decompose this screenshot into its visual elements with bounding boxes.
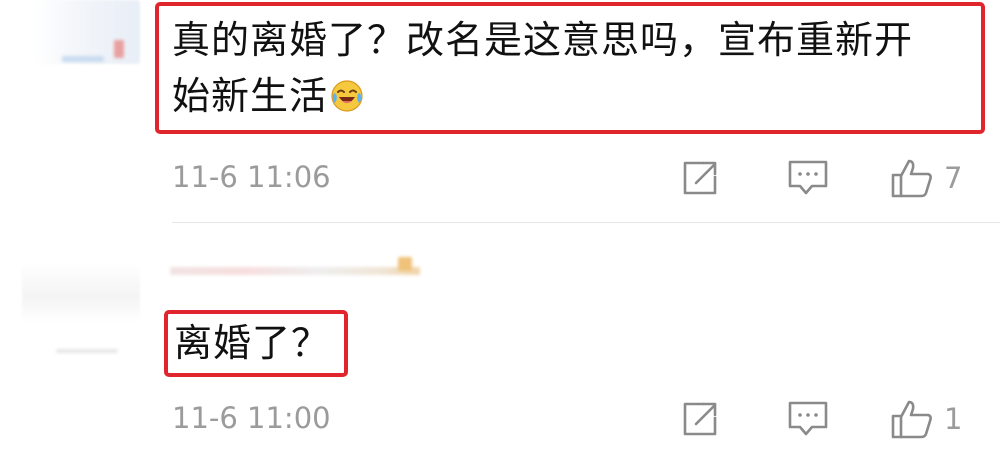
thumbs-up-icon [891,159,932,198]
comment-text-line: 离婚了？ [174,321,331,365]
avatar[interactable] [22,263,140,323]
timestamp: 11-6 11:06 [172,160,331,194]
username[interactable] [62,56,104,62]
timestamp: 11-6 11:00 [172,401,331,435]
comment-text-line: 始新生活 [172,68,972,124]
username[interactable] [170,267,420,275]
laugh-cry-emoji-icon [330,72,364,112]
share-button[interactable] [680,397,720,441]
avatar[interactable] [34,0,140,64]
like-button[interactable]: 7 [890,156,962,200]
comment-item: 离婚了？ 11-6 11:00 1 [0,223,1000,454]
comment-text: 离婚了？ [174,315,330,371]
like-count: 7 [944,161,963,195]
comment-text-segment: 始新生活 [172,74,329,118]
comment-meta: 11-6 11:06 7 [172,156,972,200]
reply-button[interactable] [786,397,830,441]
user-badge-icon [114,40,124,58]
user-badge-icon [398,257,412,271]
share-icon [683,161,717,195]
thumbs-up-icon [891,400,932,439]
comment-icon [788,160,828,195]
like-button[interactable]: 1 [890,397,962,441]
share-icon [683,402,717,436]
comment-meta: 11-6 11:00 1 [172,397,972,441]
comment-text-line: 真的离婚了？改名是这意思吗，宣布重新开 [172,18,914,62]
comment-item: 真的离婚了？改名是这意思吗，宣布重新开 始新生活 11-6 11:06 7 [0,0,1000,222]
share-button[interactable] [680,156,720,200]
comment-icon [788,401,828,436]
reply-button[interactable] [786,156,830,200]
like-count: 1 [944,402,963,436]
comment-text: 真的离婚了？改名是这意思吗，宣布重新开 始新生活 [172,12,972,124]
avatar-decoration [56,349,118,353]
